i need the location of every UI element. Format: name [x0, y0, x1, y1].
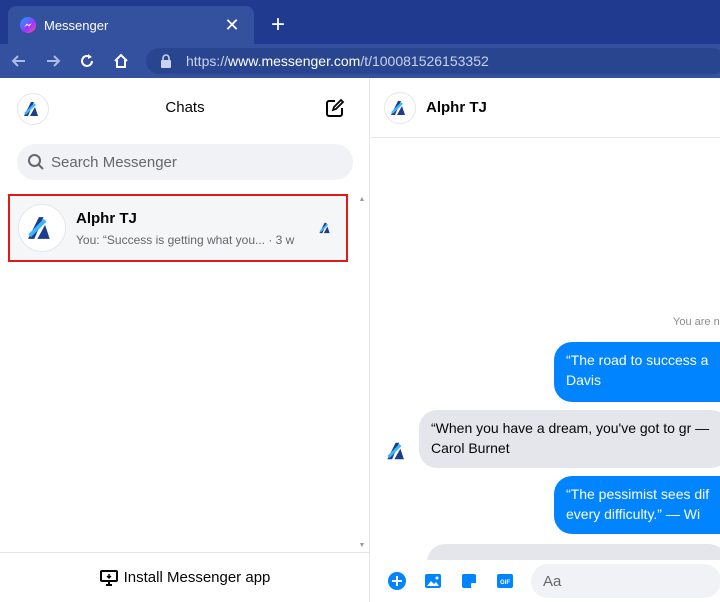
back-button[interactable] [4, 46, 34, 76]
browser-tab[interactable]: Messenger ✕ [8, 6, 254, 44]
home-button[interactable] [106, 46, 136, 76]
alphr-logo-icon [28, 217, 50, 239]
new-message-button[interactable] [324, 97, 346, 119]
browser-tab-bar: Messenger ✕ + [0, 0, 720, 44]
sticker-icon[interactable] [459, 571, 479, 591]
message-bubble-outgoing[interactable]: “The pessimist sees dif every difficulty… [554, 476, 720, 534]
chat-text: Alphr TJ You: “Success is getting what y… [76, 210, 312, 247]
compose-icon [326, 98, 345, 117]
home-icon [114, 53, 128, 68]
conversation-name[interactable]: Alphr TJ [426, 99, 487, 116]
contact-avatar[interactable] [384, 91, 416, 124]
address-bar[interactable]: https://www.messenger.com/t/100081526153… [146, 48, 720, 74]
sidebar-scrollbar[interactable]: ▲ ▼ [356, 194, 368, 552]
svg-text:GIF: GIF [500, 580, 510, 586]
contact-avatar [18, 204, 66, 252]
conversation-header: Alphr TJ [371, 78, 720, 138]
arrow-left-icon [11, 55, 25, 67]
page-title: Chats [165, 99, 205, 116]
search-input[interactable] [51, 153, 331, 171]
search-icon [28, 154, 44, 170]
reload-icon [81, 54, 93, 67]
install-label: Install Messenger app [123, 569, 271, 586]
scroll-up-icon[interactable]: ▲ [358, 196, 366, 204]
add-circle-icon[interactable] [387, 571, 407, 591]
sender-avatar-icon [387, 442, 404, 460]
forward-button[interactable] [38, 46, 68, 76]
chat-list: Alphr TJ You: “Success is getting what y… [0, 194, 356, 552]
chat-preview: You: “Success is getting what you... · 3… [76, 232, 295, 247]
chats-sidebar: Chats Alphr TJ You: “Success is getting … [0, 78, 370, 602]
reload-button[interactable] [72, 46, 102, 76]
photo-icon[interactable] [423, 571, 443, 591]
messenger-logo-icon [20, 17, 36, 33]
close-tab-icon[interactable]: ✕ [222, 15, 242, 35]
message-input[interactable] [531, 564, 720, 598]
message-bubble-outgoing[interactable]: “The road to success a Davis [554, 342, 720, 402]
arrow-right-icon [47, 55, 61, 67]
search-bar [17, 144, 353, 180]
message-bubble-incoming[interactable]: “When you have a dream, you've got to gr… [419, 410, 720, 468]
install-app-button[interactable]: Install Messenger app [0, 552, 370, 602]
message-composer: GIF [371, 560, 720, 602]
gif-icon[interactable]: GIF [495, 571, 515, 591]
conversation-status: You are n [673, 316, 720, 328]
url-text: https://www.messenger.com/t/100081526153… [186, 53, 489, 69]
lock-icon [160, 53, 176, 69]
new-tab-button[interactable]: + [264, 12, 292, 40]
seen-avatar-icon [319, 222, 330, 234]
monitor-icon [99, 569, 118, 586]
sidebar-header: Chats [0, 78, 370, 138]
scroll-down-icon[interactable]: ▼ [358, 542, 366, 550]
chat-name: Alphr TJ [76, 209, 137, 227]
chat-list-item[interactable]: Alphr TJ You: “Success is getting what y… [8, 194, 348, 262]
alphr-logo-icon [391, 100, 405, 115]
conversation-pane: Alphr TJ You are n “The road to success … [371, 78, 720, 602]
tab-title: Messenger [44, 17, 109, 33]
